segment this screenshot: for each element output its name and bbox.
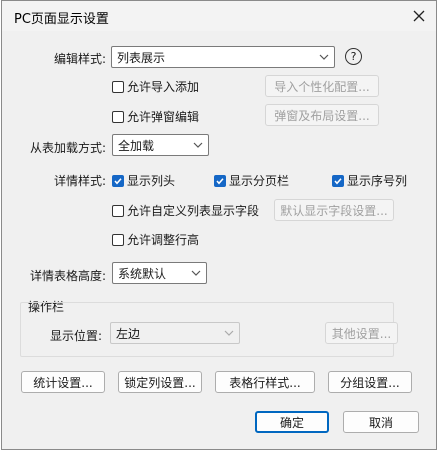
popup-layout-button[interactable]: 弹窗及布局设置... [265, 104, 379, 126]
checkbox-box [112, 110, 124, 123]
allow-popup-edit-checkbox[interactable]: 允许弹窗编辑 [112, 108, 199, 125]
allow-import-label: 允许导入添加 [127, 80, 200, 94]
edit-style-value: 列表展示 [117, 50, 166, 65]
allow-row-height-checkbox[interactable]: 允许调整行高 [112, 231, 199, 248]
allow-row-height-label: 允许调整行高 [127, 233, 200, 247]
subtable-load-label: 从表加载方式: [30, 141, 107, 155]
position-label: 显示位置: [50, 329, 103, 343]
group-settings-button[interactable]: 分组设置... [328, 371, 412, 393]
subtable-load-value: 全加载 [118, 138, 155, 153]
detail-table-height-value: 系统默认 [118, 266, 167, 281]
stats-settings-button[interactable]: 统计设置... [21, 371, 105, 393]
detail-table-height-select[interactable]: 系统默认 [112, 262, 207, 284]
help-icon[interactable]: ? [345, 48, 362, 65]
allow-custom-fields-checkbox[interactable]: 允许自定义列表显示字段 [112, 202, 259, 219]
other-settings-button[interactable]: 其他设置... [325, 322, 398, 344]
position-value: 左边 [116, 326, 141, 341]
checkbox-checked-icon [214, 174, 226, 187]
allow-custom-fields-label: 允许自定义列表显示字段 [127, 204, 260, 218]
checkbox-box [112, 204, 124, 217]
show-header-checkbox[interactable]: 显示列头 [112, 172, 175, 189]
close-icon [413, 10, 425, 22]
show-row-number-label: 显示序号列 [347, 174, 408, 188]
ok-button[interactable]: 确定 [255, 411, 329, 433]
default-fields-button[interactable]: 默认显示字段设置... [274, 199, 394, 221]
edit-style-label: 编辑样式: [54, 52, 107, 66]
cancel-button[interactable]: 取消 [343, 411, 419, 433]
checkbox-checked-icon [112, 174, 124, 187]
chevron-down-icon [191, 270, 201, 276]
chevron-down-icon [319, 54, 329, 60]
chevron-down-icon [224, 330, 234, 336]
allow-popup-edit-label: 允许弹窗编辑 [127, 110, 200, 124]
lock-column-button[interactable]: 锁定列设置... [118, 371, 202, 393]
dialog-title: PC页面显示设置 [14, 12, 109, 27]
checkbox-box [112, 80, 124, 93]
show-row-number-checkbox[interactable]: 显示序号列 [332, 172, 407, 189]
close-button[interactable] [402, 1, 436, 31]
import-config-button[interactable]: 导入个性化配置... [265, 75, 379, 97]
position-select[interactable]: 左边 [110, 322, 240, 344]
detail-table-height-label: 详情表格高度: [30, 269, 107, 283]
row-style-button[interactable]: 表格行样式... [215, 371, 315, 393]
show-header-label: 显示列头 [127, 174, 176, 188]
chevron-down-icon [193, 142, 203, 148]
checkbox-box [112, 233, 124, 246]
show-pager-label: 显示分页栏 [229, 174, 290, 188]
allow-import-checkbox[interactable]: 允许导入添加 [112, 78, 199, 95]
subtable-load-select[interactable]: 全加载 [112, 134, 209, 156]
show-pager-checkbox[interactable]: 显示分页栏 [214, 172, 289, 189]
dialog-body: 编辑样式: 列表展示 ? 允许导入添加 导入个性化配置... 允许弹窗编辑 弹窗… [2, 31, 436, 449]
title-bar: PC页面显示设置 [2, 1, 436, 31]
edit-style-select[interactable]: 列表展示 [111, 46, 335, 68]
page-display-settings-dialog: PC页面显示设置 编辑样式: 列表展示 ? 允许导入添加 导入个性化配置... … [1, 0, 437, 450]
detail-style-label: 详情样式: [54, 174, 107, 188]
checkbox-checked-icon [332, 174, 344, 187]
